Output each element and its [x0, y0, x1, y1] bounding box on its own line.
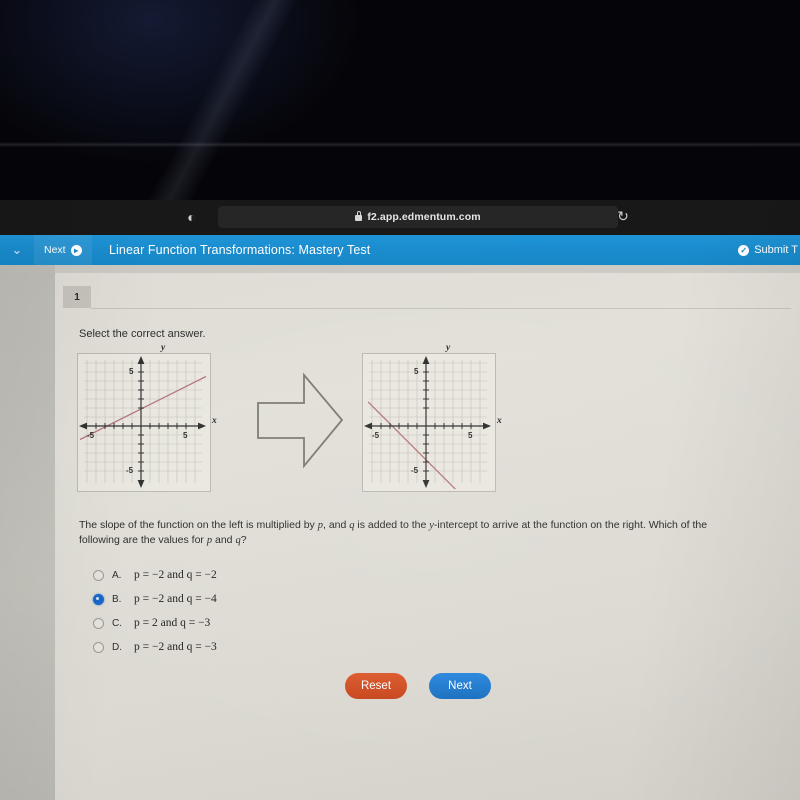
- check-circle-icon: ✓: [738, 244, 750, 256]
- app-header: ⌄ Next ▸ Linear Function Transformations…: [0, 235, 800, 265]
- right-arrow-icon: [257, 372, 344, 469]
- screenshot-root: ◐ f2.app.edmentum.com ↻ ⌄ Next ▸ Linear …: [0, 0, 800, 800]
- option-c[interactable]: C. p = 2 and q = −3: [93, 611, 493, 635]
- q-seg-1: The slope of the function on the left is…: [79, 519, 318, 531]
- right-function-line: [368, 402, 488, 489]
- option-b-text: p = −2 and q = −4: [134, 593, 217, 605]
- option-c-text: p = 2 and q = −3: [134, 617, 211, 629]
- y-axis-arrow-down: [422, 480, 430, 488]
- left-graph-svg: [79, 356, 207, 488]
- q-seg-6: ?: [240, 534, 247, 547]
- submit-test-button[interactable]: ✓ Submit T: [738, 235, 800, 265]
- reader-view-icon[interactable]: ◐: [184, 209, 199, 225]
- right-y-axis-label: y: [446, 343, 451, 353]
- left-x-axis-label: x: [212, 416, 217, 426]
- question-number-badge: 1: [63, 286, 91, 308]
- right-xtick-neg5: -5: [372, 431, 380, 440]
- card-divider: [91, 308, 791, 309]
- y-axis-arrow-up: [422, 356, 430, 364]
- next-button[interactable]: Next: [429, 673, 491, 699]
- photo-glare: [0, 0, 800, 200]
- lock-icon: [355, 211, 363, 221]
- page-title: Linear Function Transformations: Mastery…: [109, 243, 371, 257]
- option-b[interactable]: B. p = −2 and q = −4: [93, 587, 493, 611]
- right-graph-svg: [364, 356, 491, 489]
- answer-options-list: A. p = −2 and q = −2 B. p = −2 and q = −…: [93, 563, 493, 659]
- option-d-text: p = −2 and q = −3: [134, 641, 217, 653]
- option-c-letter: C.: [112, 617, 122, 629]
- right-x-axis-label: x: [497, 416, 502, 426]
- x-axis-arrow-left: [364, 422, 372, 430]
- x-axis-arrow-right: [198, 422, 206, 430]
- page-body: 1 Select the correct answer. y x -5 5 5 …: [0, 265, 800, 800]
- question-card: 1 Select the correct answer. y x -5 5 5 …: [55, 273, 800, 800]
- right-xtick-pos5: 5: [468, 431, 473, 440]
- action-buttons: Reset Next: [345, 673, 491, 699]
- y-axis-arrow-down: [137, 480, 145, 488]
- x-axis-arrow-left: [79, 422, 87, 430]
- address-bar[interactable]: f2.app.edmentum.com: [218, 206, 618, 228]
- x-axis-arrow-right: [483, 422, 491, 430]
- right-ytick-neg5: -5: [411, 466, 419, 475]
- right-axes: [367, 361, 485, 482]
- reset-button[interactable]: Reset: [345, 673, 407, 699]
- ambient-dark-photo-area: [0, 0, 800, 200]
- left-ytick-pos5: 5: [129, 367, 134, 376]
- left-grid: [84, 360, 202, 483]
- option-a[interactable]: A. p = −2 and q = −2: [93, 563, 493, 587]
- instruction-text: Select the correct answer.: [79, 328, 206, 340]
- right-ytick-pos5: 5: [414, 367, 419, 376]
- option-d[interactable]: D. p = −2 and q = −3: [93, 635, 493, 659]
- left-xtick-neg5: -5: [87, 431, 95, 440]
- option-a-letter: A.: [112, 569, 122, 581]
- option-b-letter: B.: [112, 593, 122, 605]
- figure-row: y x -5 5 5 -5 y x -5 5 5 -5: [77, 343, 777, 508]
- chevron-down-icon[interactable]: ⌄: [3, 235, 31, 265]
- right-grid: [369, 360, 487, 483]
- left-gutter: [0, 265, 55, 800]
- url-text: f2.app.edmentum.com: [367, 211, 481, 223]
- left-coordinate-graph: y x -5 5 5 -5: [77, 343, 217, 492]
- question-body-text: The slope of the function on the left is…: [79, 518, 739, 548]
- q-seg-3: is added to the: [354, 519, 430, 531]
- y-axis-arrow-up: [137, 356, 145, 364]
- radio-c[interactable]: [93, 617, 104, 629]
- browser-toolbar: ◐ f2.app.edmentum.com ↻: [0, 200, 800, 235]
- header-next-button[interactable]: Next ▸: [34, 235, 92, 265]
- header-next-label: Next: [44, 244, 66, 256]
- left-y-axis-label: y: [161, 343, 166, 353]
- left-ytick-neg5: -5: [126, 466, 134, 475]
- submit-test-label: Submit T: [754, 244, 798, 256]
- next-arrow-icon: ▸: [70, 244, 82, 256]
- radio-d[interactable]: [93, 641, 104, 653]
- left-xtick-pos5: 5: [183, 431, 188, 440]
- reload-icon[interactable]: ↻: [615, 208, 631, 224]
- option-d-letter: D.: [112, 641, 122, 653]
- q-seg-2: , and: [322, 519, 350, 531]
- radio-b[interactable]: [93, 593, 104, 605]
- left-axes: [82, 361, 200, 482]
- option-a-text: p = −2 and q = −2: [134, 569, 217, 581]
- radio-a[interactable]: [93, 569, 104, 581]
- q-seg-5: and: [212, 534, 236, 547]
- right-coordinate-graph: y x -5 5 5 -5: [362, 343, 502, 492]
